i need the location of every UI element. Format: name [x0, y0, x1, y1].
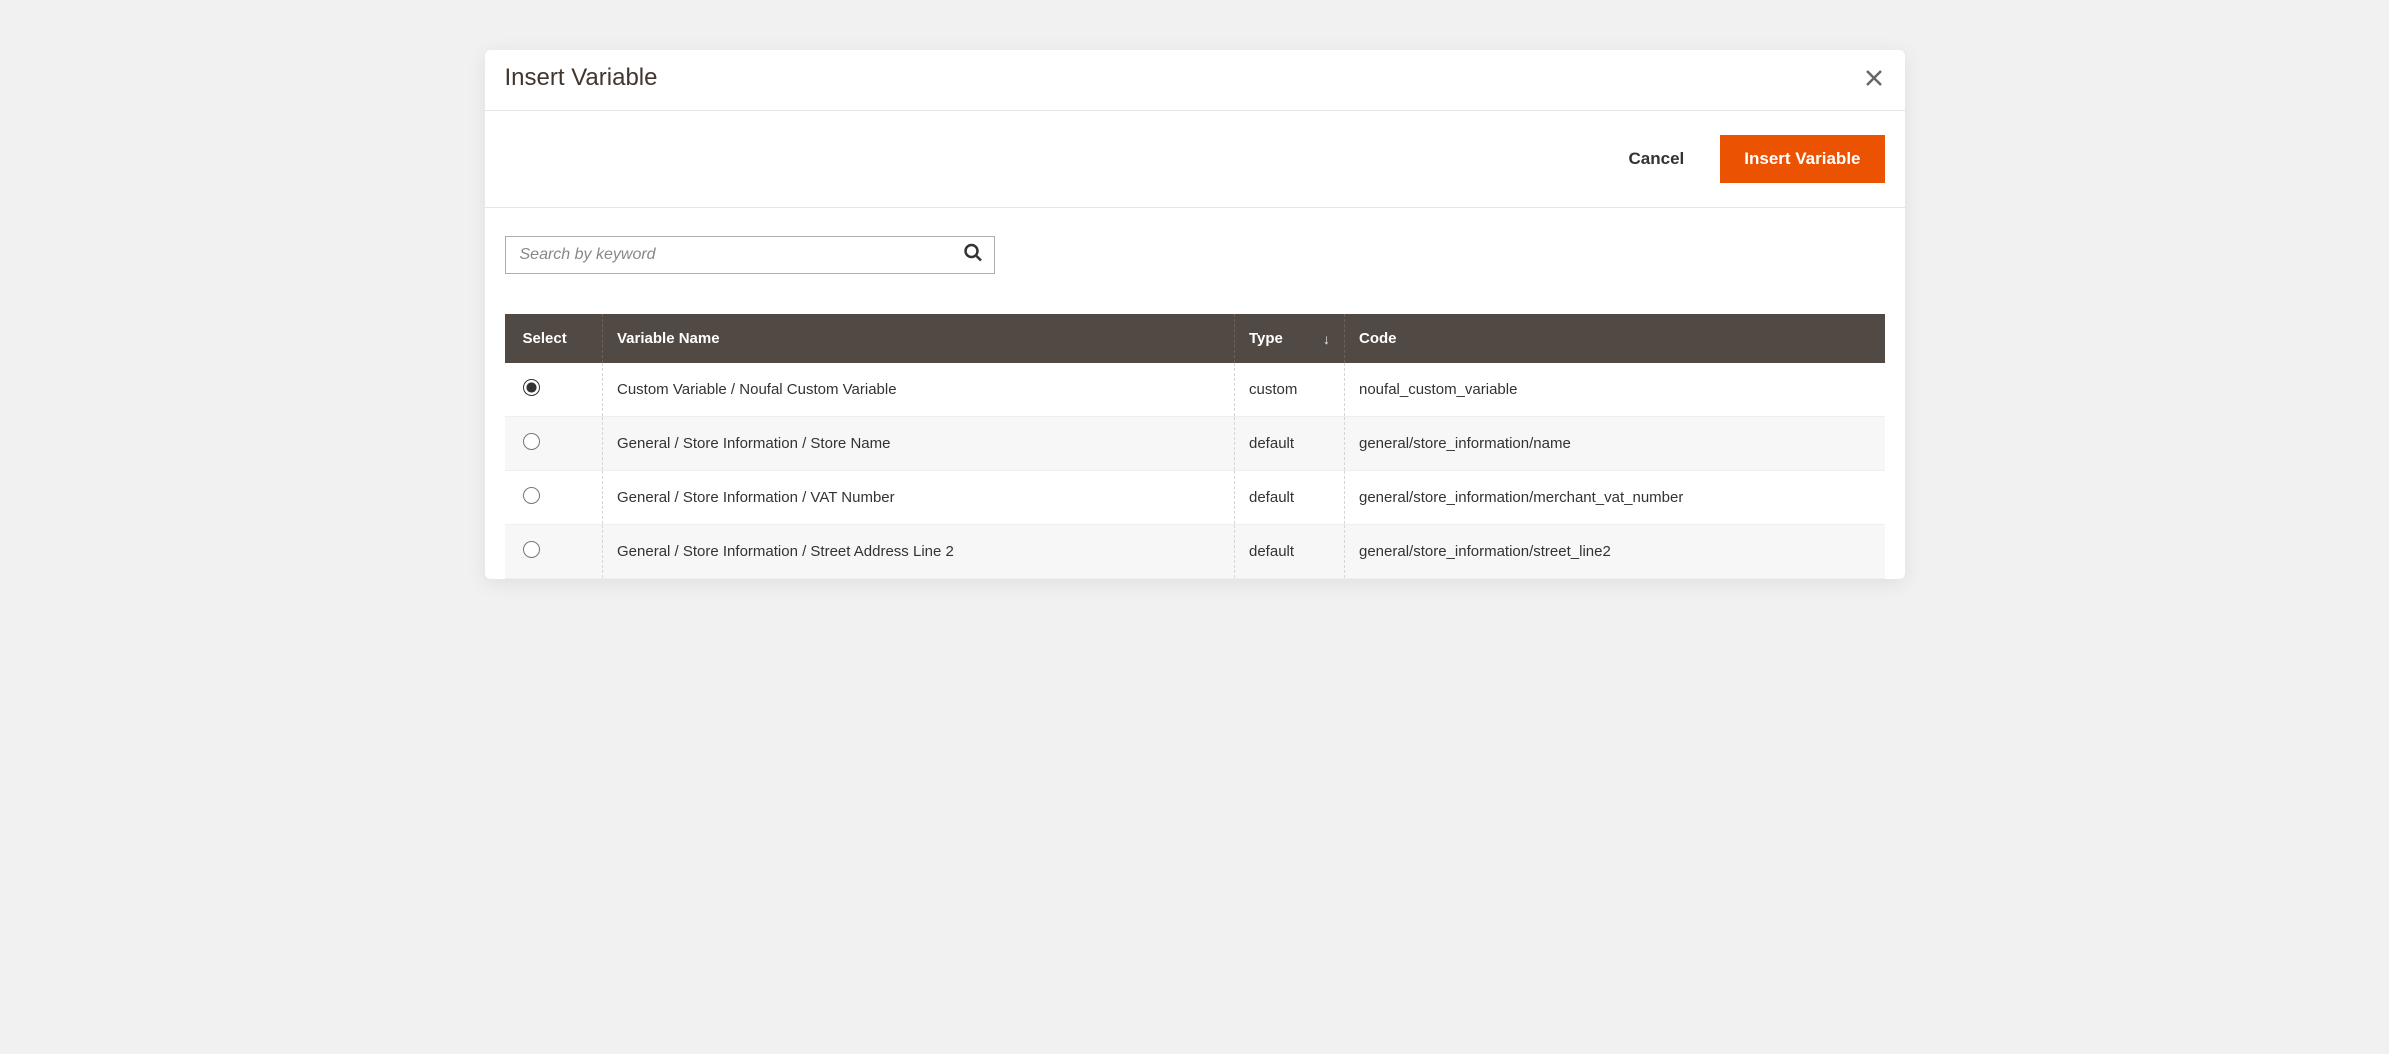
cell-type: default	[1235, 471, 1345, 525]
col-header-label: Type	[1249, 330, 1283, 347]
cell-code: general/store_information/name	[1345, 417, 1885, 471]
col-header-select[interactable]: Select	[505, 314, 603, 363]
cell-code: general/store_information/merchant_vat_n…	[1345, 471, 1885, 525]
cell-type: default	[1235, 525, 1345, 579]
col-header-code[interactable]: Code	[1345, 314, 1885, 363]
col-header-type[interactable]: Type ↓	[1235, 314, 1345, 363]
actions-bar: Cancel Insert Variable	[485, 110, 1905, 208]
search-wrap	[505, 236, 995, 274]
cell-select	[505, 471, 603, 525]
col-header-label: Code	[1359, 330, 1397, 347]
row-radio[interactable]	[523, 541, 540, 558]
table-row[interactable]: General / Store Information / VAT Number…	[505, 471, 1885, 525]
table-row[interactable]: General / Store Information / Store Name…	[505, 417, 1885, 471]
search-input[interactable]	[505, 236, 995, 274]
insert-variable-modal: Insert Variable Cancel Insert Variable	[485, 50, 1905, 579]
modal-title: Insert Variable	[505, 64, 658, 92]
cell-type: default	[1235, 417, 1345, 471]
cancel-button[interactable]: Cancel	[1629, 149, 1685, 169]
table-row[interactable]: General / Store Information / Street Add…	[505, 525, 1885, 579]
cell-select	[505, 525, 603, 579]
content-area: Select Variable Name Type ↓ Code	[485, 208, 1905, 579]
cell-variable-name: Custom Variable / Noufal Custom Variable	[603, 363, 1235, 417]
cell-select	[505, 417, 603, 471]
cell-code: noufal_custom_variable	[1345, 363, 1885, 417]
cell-code: general/store_information/street_line2	[1345, 525, 1885, 579]
col-header-label: Select	[523, 330, 567, 347]
row-radio[interactable]	[523, 433, 540, 450]
row-radio[interactable]	[523, 487, 540, 504]
variables-table: Select Variable Name Type ↓ Code	[505, 314, 1885, 579]
table-row[interactable]: Custom Variable / Noufal Custom Variable…	[505, 363, 1885, 417]
row-radio[interactable]	[523, 379, 540, 396]
col-header-label: Variable Name	[617, 330, 720, 347]
sort-arrow-icon: ↓	[1323, 331, 1330, 347]
cell-variable-name: General / Store Information / Street Add…	[603, 525, 1235, 579]
close-icon[interactable]	[1863, 67, 1885, 89]
insert-variable-button[interactable]: Insert Variable	[1720, 135, 1884, 183]
cell-variable-name: General / Store Information / Store Name	[603, 417, 1235, 471]
cell-select	[505, 363, 603, 417]
modal-header: Insert Variable	[485, 50, 1905, 110]
cell-variable-name: General / Store Information / VAT Number	[603, 471, 1235, 525]
cell-type: custom	[1235, 363, 1345, 417]
table-header-row: Select Variable Name Type ↓ Code	[505, 314, 1885, 363]
col-header-name[interactable]: Variable Name	[603, 314, 1235, 363]
